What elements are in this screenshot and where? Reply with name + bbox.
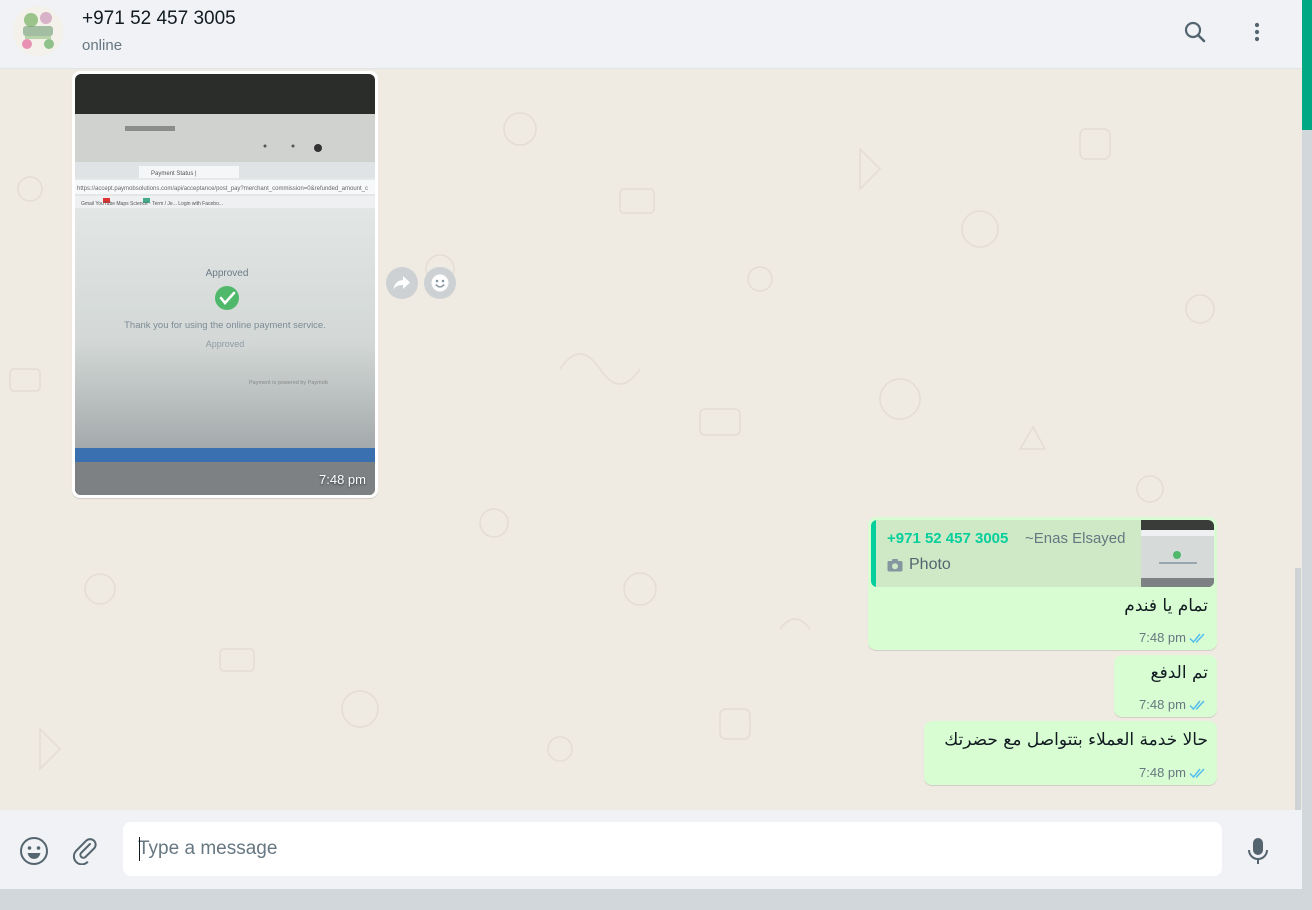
message-text: حالا خدمة العملاء بتتواصل مع حضرتك bbox=[944, 730, 1208, 750]
paperclip-icon[interactable] bbox=[69, 835, 101, 867]
text-caret bbox=[139, 837, 140, 861]
quoted-author: +971 52 457 3005 bbox=[887, 530, 1009, 547]
emoji-icon[interactable] bbox=[18, 835, 50, 867]
read-ticks-icon bbox=[1189, 632, 1205, 643]
conversation-panel[interactable]: https://accept.paymobsolutions.com/api/a… bbox=[0, 69, 1302, 810]
reply-meta: 7:48 pm bbox=[1139, 630, 1209, 645]
window-accent-bar bbox=[1302, 0, 1312, 130]
message-meta: 7:48 pm bbox=[1139, 765, 1209, 780]
contact-status: online bbox=[82, 37, 123, 54]
photo-approved-title: Approved bbox=[206, 268, 249, 279]
message-time: 7:48 pm bbox=[1139, 765, 1186, 780]
message-input[interactable] bbox=[123, 822, 1222, 876]
photo-thanks-text: Thank you for using the online payment s… bbox=[124, 320, 326, 331]
quoted-type-label: Photo bbox=[909, 556, 951, 573]
incoming-image-message[interactable]: https://accept.paymobsolutions.com/api/a… bbox=[72, 71, 378, 498]
outgoing-reply-message[interactable]: +971 52 457 3005 ~Enas Elsayed Photo تما… bbox=[868, 517, 1217, 650]
compose-bar bbox=[0, 810, 1302, 889]
outgoing-message[interactable]: تم الدفع 7:48 pm bbox=[1114, 655, 1217, 717]
whatsapp-window: +971 52 457 3005 online https://accept.p… bbox=[0, 0, 1302, 889]
chat-scrollbar[interactable] bbox=[1295, 568, 1301, 810]
message-meta: 7:48 pm bbox=[1139, 697, 1209, 712]
image-message-time: 7:48 pm bbox=[319, 472, 366, 487]
quoted-pushname: ~Enas Elsayed bbox=[1025, 530, 1126, 547]
photo-approved-sub: Approved bbox=[206, 339, 245, 349]
emoji-reaction-icon[interactable] bbox=[424, 267, 456, 299]
message-text: تم الدفع bbox=[1150, 663, 1208, 683]
quoted-message[interactable]: +971 52 457 3005 ~Enas Elsayed Photo bbox=[871, 520, 1214, 587]
camera-icon bbox=[887, 559, 903, 572]
outgoing-message[interactable]: حالا خدمة العملاء بتتواصل مع حضرتك 7:48 … bbox=[924, 721, 1217, 785]
contact-avatar[interactable] bbox=[13, 6, 63, 56]
menu-kebab-icon[interactable] bbox=[1242, 17, 1272, 47]
photo-url-text: https://accept.paymobsolutions.com/api/a… bbox=[77, 186, 368, 192]
reply-time: 7:48 pm bbox=[1139, 630, 1186, 645]
chat-header: +971 52 457 3005 online bbox=[0, 0, 1302, 69]
search-icon[interactable] bbox=[1180, 17, 1210, 47]
read-ticks-icon bbox=[1189, 699, 1205, 710]
quote-accent-bar bbox=[871, 520, 876, 587]
forward-icon[interactable] bbox=[386, 267, 418, 299]
photo-bookmarks-text: Gmail YouTube Maps Science · Term / Je..… bbox=[81, 201, 223, 207]
payment-photo[interactable]: https://accept.paymobsolutions.com/api/a… bbox=[75, 74, 375, 495]
quoted-thumbnail bbox=[1141, 520, 1214, 587]
contact-name[interactable]: +971 52 457 3005 bbox=[82, 8, 236, 30]
microphone-icon[interactable] bbox=[1242, 835, 1274, 867]
photo-powered-text: Payment is powered by Paymob bbox=[249, 380, 328, 386]
message-time: 7:48 pm bbox=[1139, 697, 1186, 712]
quoted-type: Photo bbox=[887, 556, 951, 574]
read-ticks-icon bbox=[1189, 767, 1205, 778]
photo-tab-text: Payment Status | bbox=[151, 171, 197, 177]
reply-text: تمام يا فندم bbox=[1124, 596, 1208, 616]
